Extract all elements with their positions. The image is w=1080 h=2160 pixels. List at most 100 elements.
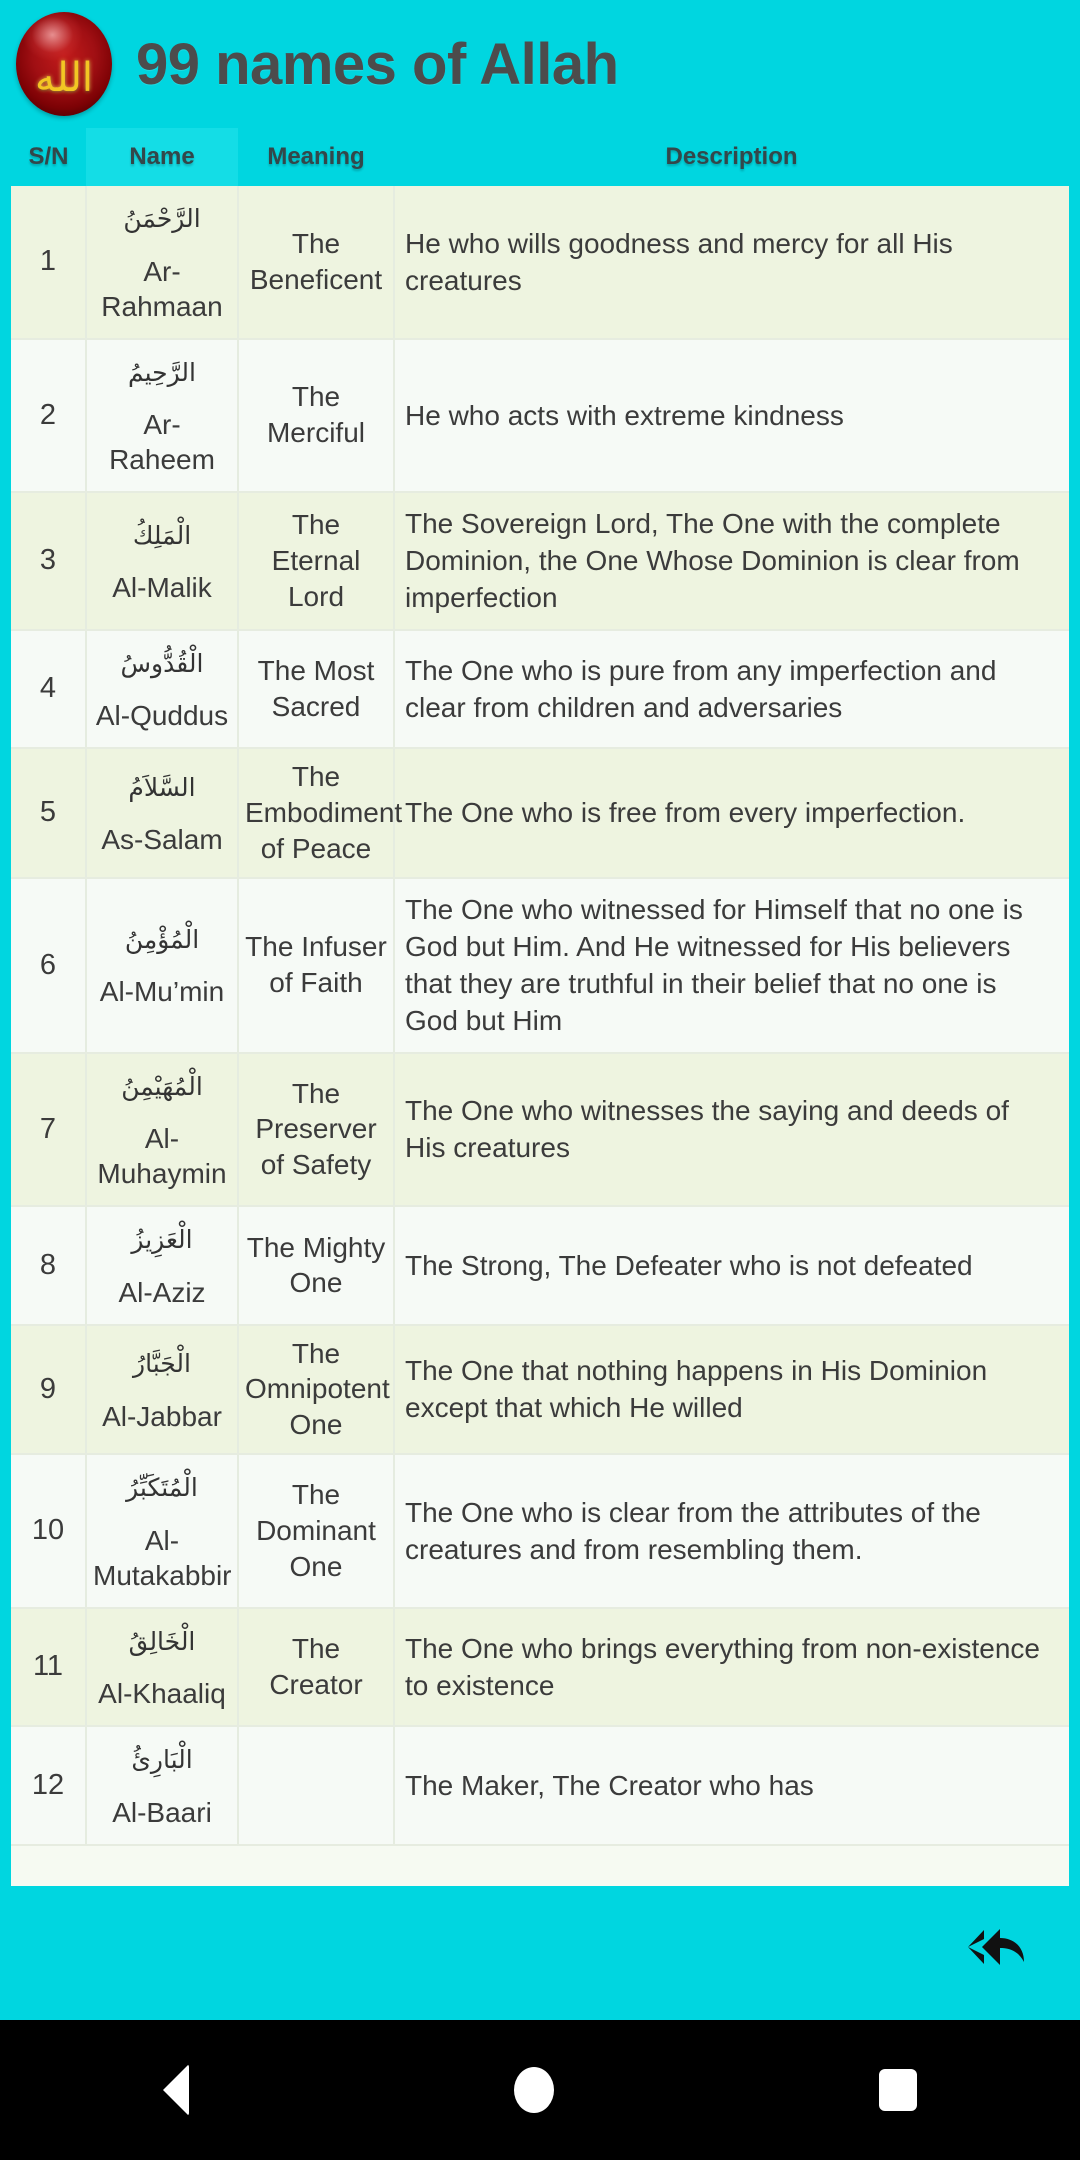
cell-description: The One who is free from every imperfect…	[394, 748, 1069, 879]
table-row[interactable]: 8 الْعَزِيزُ Al-Aziz The Mighty One The Stro…	[11, 1206, 1069, 1326]
bottom-action-bar	[0, 1886, 1080, 2020]
name-arabic: الْمُهَيْمِنُ	[121, 1071, 203, 1101]
cell-description: The One who witnesses the saying and dee…	[394, 1052, 1069, 1208]
cell-meaning: The Eternal Lord	[238, 492, 395, 631]
allah-logo-icon: الله	[16, 12, 112, 116]
name-arabic: الْمَلِكُ	[132, 520, 192, 550]
name-arabic: الْقُدُّوسُ	[120, 648, 204, 678]
names-table-scroll-area[interactable]: 1 الرَّحْمَنُ Ar-Rahmaan The Beneficent He w…	[11, 186, 1069, 1886]
table-row[interactable]: 11 الْخَالِقُ Al-Khaaliq The Creator The One…	[11, 1607, 1069, 1728]
name-transliteration: Al-Baari	[112, 1796, 212, 1828]
app-bar: الله 99 names of Allah	[0, 0, 1080, 128]
app-screen: الله 99 names of Allah S/N Name Meaning …	[0, 0, 1080, 2160]
cell-meaning: The Mighty One	[238, 1206, 395, 1326]
cell-meaning: The Creator	[238, 1607, 395, 1728]
name-transliteration: Al-Quddus	[95, 700, 229, 732]
name-transliteration: Ar-Rahmaan	[101, 255, 223, 322]
back-button[interactable]	[948, 1914, 1030, 1980]
logo-arabic-text: الله	[35, 54, 93, 101]
cell-description: The One who is pure from any imperfectio…	[394, 629, 1069, 750]
cell-meaning: The Dominant One	[238, 1454, 395, 1609]
name-arabic: الرَّحِيمُ	[128, 357, 196, 387]
table-row[interactable]: 6 الْمُؤْمِنُ Al-Mu’min The Infuser of Fait…	[11, 877, 1069, 1054]
cell-meaning: The Preserver of Safety	[238, 1052, 395, 1208]
cell-name: الرَّحِيمُ Ar-Raheem	[86, 338, 239, 493]
name-arabic: الْجَبَّارُ	[133, 1349, 191, 1379]
cell-description: The Maker, The Creator who has	[394, 1726, 1069, 1846]
cell-name: الْمُهَيْمِنُ Al-Muhaymin	[86, 1052, 239, 1208]
cell-description: The One that nothing happens in His Domi…	[394, 1324, 1069, 1456]
name-arabic: الْعَزِيزُ	[131, 1225, 193, 1255]
table-row[interactable]: 4 الْقُدُّوسُ Al-Quddus The Most Sacred The …	[11, 629, 1069, 750]
cell-meaning: The Merciful	[238, 338, 395, 493]
name-transliteration: As-Salam	[101, 824, 223, 856]
page-title: 99 names of Allah	[136, 31, 619, 97]
cell-sn: 11	[11, 1607, 87, 1728]
cell-description: He who acts with extreme kindness	[394, 338, 1069, 493]
cell-sn: 2	[11, 338, 87, 493]
name-transliteration: Al-Muhaymin	[97, 1123, 227, 1190]
table-row[interactable]: 2 الرَّحِيمُ Ar-Raheem The Merciful He who a…	[11, 338, 1069, 493]
name-arabic: الرَّحْمَنُ	[123, 204, 201, 233]
table-row[interactable]: 1 الرَّحْمَنُ Ar-Rahmaan The Beneficent He w…	[11, 186, 1069, 340]
names-table: 1 الرَّحْمَنُ Ar-Rahmaan The Beneficent He w…	[11, 186, 1069, 1846]
cell-meaning: The Embodiment of Peace	[238, 748, 402, 879]
cell-sn: 6	[11, 877, 87, 1054]
table-row[interactable]: 3 الْمَلِكُ Al-Malik The Eternal Lord The So…	[11, 492, 1069, 631]
name-arabic: السَّلاَمُ	[128, 772, 196, 802]
table-row[interactable]: 7 الْمُهَيْمِنُ Al-Muhaymin The Preserver o…	[11, 1052, 1069, 1208]
names-table-body: 1 الرَّحْمَنُ Ar-Rahmaan The Beneficent He w…	[11, 186, 1069, 1846]
column-header-meaning: Meaning	[267, 143, 365, 170]
cell-sn: 10	[11, 1454, 87, 1609]
table-row[interactable]: 9 الْجَبَّارُ Al-Jabbar The Omnipotent One T…	[11, 1324, 1069, 1456]
cell-name: الْمُتَكَبِّرُ Al-Mutakabbir	[86, 1454, 239, 1609]
table-column-header: S/N Name Meaning Description	[0, 128, 1080, 186]
cell-name: الرَّحْمَنُ Ar-Rahmaan	[86, 186, 239, 340]
cell-sn: 5	[11, 748, 87, 879]
cell-name: الْمَلِكُ Al-Malik	[86, 492, 239, 631]
cell-description: He who wills goodness and mercy for all …	[394, 186, 1069, 340]
table-row[interactable]: 5 السَّلاَمُ As-Salam The Embodiment of Pea…	[11, 748, 1069, 879]
table-row[interactable]: 12 الْبَارِئُ Al-Baari The Maker, The Creat…	[11, 1726, 1069, 1846]
cell-description: The One who brings everything from non-e…	[394, 1607, 1069, 1728]
cell-meaning: The Infuser of Faith	[238, 877, 395, 1054]
cell-name: الْجَبَّارُ Al-Jabbar	[86, 1324, 239, 1456]
cell-meaning: The Omnipotent One	[238, 1324, 395, 1456]
table-row[interactable]: 10 الْمُتَكَبِّرُ Al-Mutakabbir The Dominan…	[11, 1454, 1069, 1609]
cell-name: الْعَزِيزُ Al-Aziz	[86, 1206, 239, 1326]
cell-description: The One who witnessed for Himself that n…	[394, 877, 1069, 1054]
cell-name: الْخَالِقُ Al-Khaaliq	[86, 1607, 239, 1728]
cell-sn: 12	[11, 1726, 87, 1846]
column-header-description: Description	[665, 143, 798, 170]
name-arabic: الْبَارِئُ	[131, 1745, 193, 1775]
name-arabic: الْخَالِقُ	[128, 1626, 196, 1656]
name-arabic: الْمُتَكَبِّرُ	[126, 1473, 198, 1503]
name-transliteration: Al-Jabbar	[102, 1400, 222, 1432]
cell-sn: 9	[11, 1324, 87, 1456]
cell-meaning: The Beneficent	[238, 186, 395, 340]
cell-meaning	[238, 1726, 395, 1846]
name-transliteration: Al-Mu’min	[99, 976, 225, 1008]
cell-name: الْبَارِئُ Al-Baari	[86, 1726, 239, 1846]
column-header-name: Name	[129, 143, 195, 170]
name-transliteration: Al-Mutakabbir	[93, 1524, 232, 1591]
name-transliteration: Al-Khaaliq	[98, 1678, 226, 1710]
cell-sn: 1	[11, 186, 87, 340]
nav-recents-icon[interactable]	[879, 2069, 918, 2111]
name-transliteration: Al-Malik	[112, 572, 212, 604]
cell-description: The Strong, The Defeater who is not defe…	[394, 1206, 1069, 1326]
cell-name: الْمُؤْمِنُ Al-Mu’min	[86, 877, 239, 1054]
cell-meaning: The Most Sacred	[238, 629, 395, 750]
cell-sn: 3	[11, 492, 87, 631]
cell-description: The One who is clear from the attributes…	[394, 1454, 1069, 1609]
name-arabic: الْمُؤْمِنُ	[124, 924, 200, 954]
system-navigation-bar	[0, 2020, 1080, 2160]
name-transliteration: Al-Aziz	[118, 1276, 206, 1308]
column-header-sn: S/N	[28, 143, 69, 170]
cell-sn: 4	[11, 629, 87, 750]
cell-name: الْقُدُّوسُ Al-Quddus	[86, 629, 239, 750]
cell-name: السَّلاَمُ As-Salam	[86, 748, 239, 879]
nav-home-icon[interactable]	[513, 2067, 554, 2113]
nav-back-icon[interactable]	[162, 2064, 189, 2116]
cell-sn: 8	[11, 1206, 87, 1326]
